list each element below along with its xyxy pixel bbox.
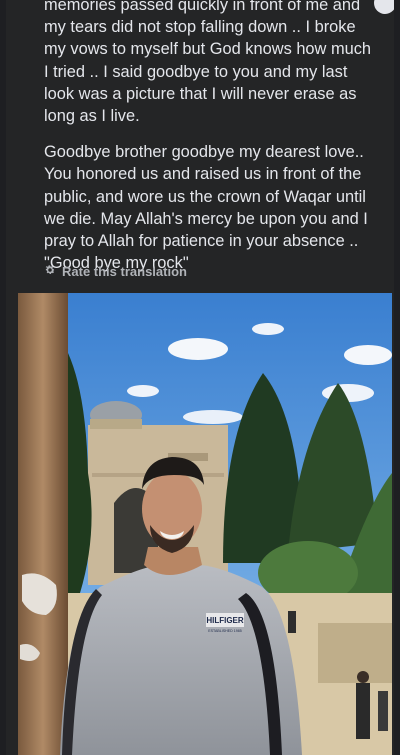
post-body: memories passed quickly in front of me a… [44,0,376,288]
photo-illustration: HILFIGER ESTABLISHED 1985 [18,293,392,755]
scroll-handle[interactable] [374,0,394,14]
shirt-logo-subtext: ESTABLISHED 1985 [208,629,242,633]
post-card: memories passed quickly in front of me a… [6,0,394,755]
rate-translation-link[interactable]: Rate this translation [44,262,187,280]
shirt-logo-text: HILFIGER [206,616,244,625]
post-photo[interactable]: HILFIGER ESTABLISHED 1985 [18,293,392,755]
rate-translation-label: Rate this translation [62,263,187,279]
post-paragraph: Goodbye brother goodbye my dearest love.… [44,143,368,273]
gear-icon [44,264,56,279]
post-paragraph: memories passed quickly in front of me a… [44,0,372,126]
